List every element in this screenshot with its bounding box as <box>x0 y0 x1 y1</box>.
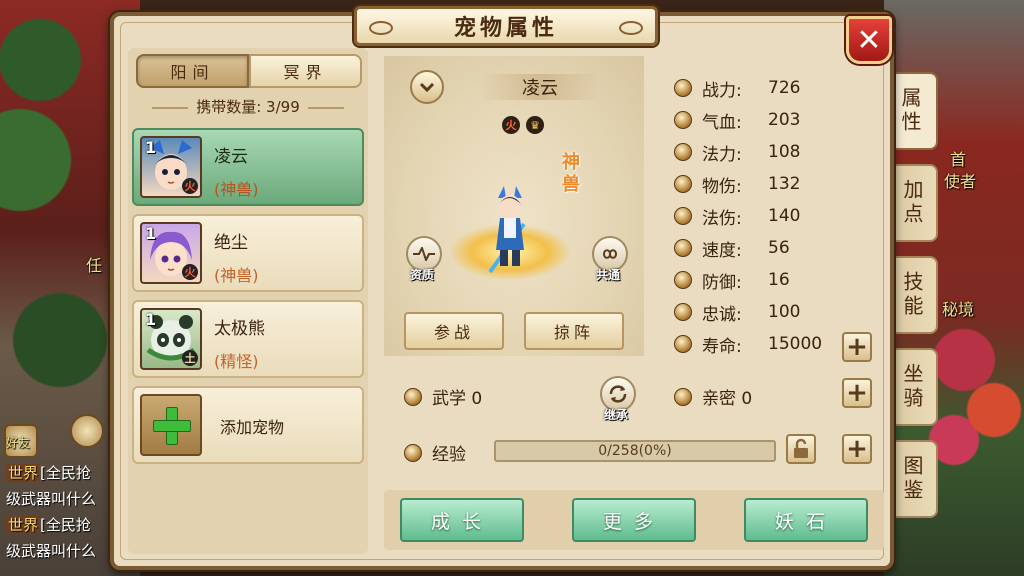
pet-name: 绝尘 <box>214 233 248 253</box>
stat-row-defense: 防御: 16 <box>674 268 790 293</box>
npc-label[interactable]: 秘境 <box>942 296 974 320</box>
share-label: 共通 <box>596 268 621 282</box>
plus-icon <box>153 407 191 445</box>
chat-line[interactable]: 世界 [全民抢 <box>6 514 91 535</box>
martial-icon <box>404 387 422 406</box>
pet-list-column: 阳间 冥界 携带数量: 3/99 1 火 凌云 (神兽) 1 火 绝尘 (神兽)… <box>128 48 368 554</box>
stat-row-mp: 法力: 108 <box>674 140 800 165</box>
magic-icon <box>674 207 692 225</box>
avatar: 1 火 <box>140 136 202 198</box>
add-exp-button[interactable]: + <box>842 434 872 464</box>
formation-button[interactable]: 掠阵 <box>524 312 624 350</box>
pet-name: 凌云 <box>214 147 248 167</box>
divine-beast-tag: 神兽 <box>562 152 580 195</box>
pulse-icon <box>413 247 435 261</box>
element-badge-icon: 火 <box>182 264 198 280</box>
martial-row: 武学 0 <box>404 384 482 409</box>
tab-mingjie[interactable]: 冥界 <box>249 54 362 88</box>
exp-progress-bar: 0/258(0%) <box>494 440 776 462</box>
friends-label: 好友 <box>6 436 31 450</box>
panel-title: 宠物属性 <box>354 6 658 46</box>
tab-mount[interactable]: 坐骑 <box>888 348 938 426</box>
pet-level: 1 <box>145 310 157 329</box>
join-battle-button[interactable]: 参战 <box>404 312 504 350</box>
tab-add-points[interactable]: 加点 <box>888 164 938 242</box>
intimacy-value: 亲密 0 <box>702 389 753 409</box>
infinity-icon <box>602 249 618 259</box>
bottom-action-bar: 成长 更多 妖石 <box>384 490 884 550</box>
inherit-label: 继承 <box>604 408 629 422</box>
pet-attributes-panel: 宠物属性 ✕ 阳间 冥界 携带数量: 3/99 1 火 凌云 (神兽) 1 火 … <box>110 6 894 570</box>
loyalty-icon <box>674 303 692 321</box>
stat-row-hp: 气血: 203 <box>674 108 800 133</box>
exp-row: 经验 <box>404 440 466 465</box>
pet-level: 1 <box>145 138 157 157</box>
avatar: 1 土 <box>140 308 202 370</box>
realm-tabs: 阳间 冥界 <box>136 54 362 88</box>
lifespan-icon <box>674 335 692 353</box>
pet-level: 1 <box>145 224 157 243</box>
speed-icon <box>674 239 692 257</box>
element-badge-icon: 土 <box>182 350 198 366</box>
lock-icon[interactable] <box>786 434 816 464</box>
power-icon <box>674 79 692 97</box>
npc-label[interactable]: 首 <box>950 146 966 170</box>
stat-row-physical: 物伤: 132 <box>674 172 800 197</box>
tab-codex[interactable]: 图鉴 <box>888 440 938 518</box>
stat-row-power: 战力: 726 <box>674 76 800 101</box>
tab-skills[interactable]: 技能 <box>888 256 938 334</box>
carry-count: 携带数量: 3/99 <box>128 96 368 117</box>
exp-icon <box>404 443 422 462</box>
physical-icon <box>674 175 692 193</box>
close-button[interactable]: ✕ <box>846 16 892 64</box>
hp-icon <box>674 111 692 129</box>
avatar: 1 火 <box>140 222 202 284</box>
stat-row-loyalty: 忠诚: 100 <box>674 300 800 325</box>
more-button[interactable]: 更多 <box>572 498 696 542</box>
preview-pet-name: 凌云 <box>480 74 600 100</box>
pet-type: (神兽) <box>214 266 259 285</box>
stat-row-magic: 法伤: 140 <box>674 204 800 229</box>
pet-card-juechen[interactable]: 1 火 绝尘 (神兽) <box>132 214 364 292</box>
npc-label[interactable]: 使者 <box>944 168 976 192</box>
pet-type: (神兽) <box>214 180 259 199</box>
crown-icon: ♛ <box>526 116 544 134</box>
element-badge-icon: 火 <box>182 178 198 194</box>
pet-card-lingyun[interactable]: 1 火 凌云 (神兽) <box>132 128 364 206</box>
fire-element-icon: 火 <box>502 116 520 134</box>
exp-progress-text: 0/258(0%) <box>598 443 672 459</box>
demon-stone-button[interactable]: 妖石 <box>744 498 868 542</box>
pet-type: (精怪) <box>214 352 259 371</box>
stat-row-lifespan: 寿命: 15000 <box>674 332 822 357</box>
pet-name: 太极熊 <box>214 319 265 339</box>
refresh-icon <box>609 385 627 403</box>
martial-value: 武学 0 <box>432 389 483 409</box>
chat-line[interactable]: 世界 [全民抢 <box>6 462 91 483</box>
pet-preview: 凌云 火 ♛ 神兽 资质 共通 参战 掠阵 <box>384 56 644 356</box>
heart-icon <box>674 387 692 406</box>
pet-card-taijixiong[interactable]: 1 土 太极熊 (精怪) <box>132 300 364 378</box>
exp-label: 经验 <box>432 445 466 465</box>
add-pet-box <box>140 394 202 456</box>
add-pet-label: 添加宠物 <box>220 418 285 437</box>
mp-icon <box>674 143 692 161</box>
add-intimacy-button[interactable]: + <box>842 378 872 408</box>
chat-line[interactable]: 级武器叫什么 <box>6 488 96 509</box>
aptitude-label: 资质 <box>410 268 435 282</box>
chevron-down-icon[interactable] <box>410 70 444 104</box>
growth-button[interactable]: 成长 <box>400 498 524 542</box>
stat-row-speed: 速度: 56 <box>674 236 790 261</box>
pet-model-figure[interactable] <box>480 184 540 274</box>
npc-label[interactable]: 任 <box>86 252 102 276</box>
chat-bubble-icon[interactable] <box>70 414 104 448</box>
intimacy-row: 亲密 0 <box>674 384 752 409</box>
tab-yangjian[interactable]: 阳间 <box>136 54 249 88</box>
defense-icon <box>674 271 692 289</box>
chat-line[interactable]: 级武器叫什么 <box>6 540 96 561</box>
add-pet-button[interactable]: 添加宠物 <box>132 386 364 464</box>
pet-status-icons: 火 ♛ <box>502 116 544 134</box>
add-lifespan-button[interactable]: + <box>842 332 872 362</box>
